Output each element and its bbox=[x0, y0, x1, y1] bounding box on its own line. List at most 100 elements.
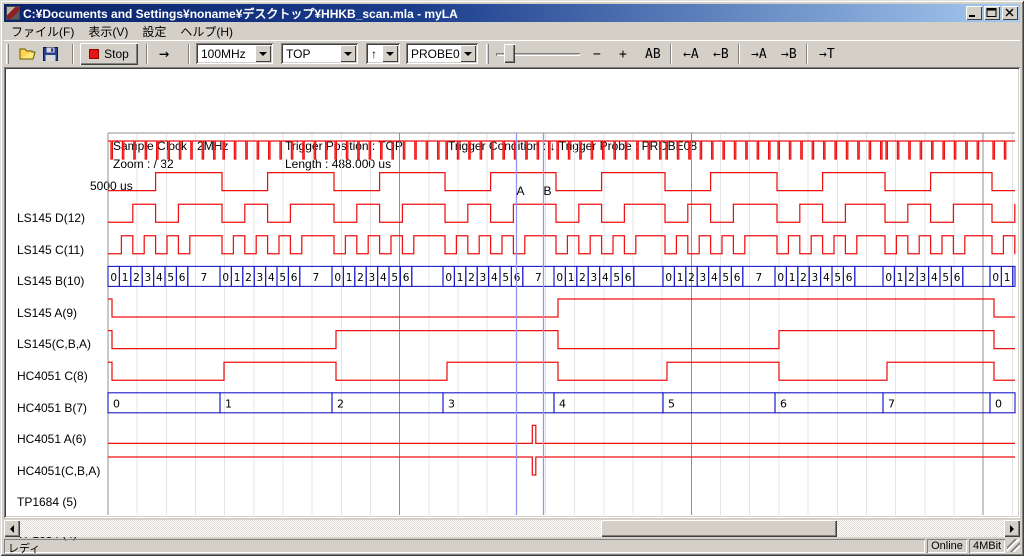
svg-text:2: 2 bbox=[468, 272, 475, 284]
toolbar-separator bbox=[738, 44, 740, 64]
svg-text:2: 2 bbox=[800, 272, 807, 284]
toolbar-button-xA[interactable]: →A bbox=[746, 43, 772, 65]
svg-text:1: 1 bbox=[789, 272, 796, 284]
channel-label-8: HC4051(C,B,A) bbox=[17, 464, 111, 478]
svg-text:7: 7 bbox=[313, 272, 320, 284]
svg-text:1: 1 bbox=[122, 272, 129, 284]
channel-label-6: HC4051 B(7) bbox=[17, 401, 111, 415]
toolbar-gripper[interactable] bbox=[486, 44, 489, 64]
svg-text:6: 6 bbox=[403, 272, 410, 284]
svg-text:2: 2 bbox=[245, 272, 252, 284]
svg-text:2: 2 bbox=[688, 272, 695, 284]
status-memory: 4MBit bbox=[969, 539, 1005, 553]
toolbar-button-x[interactable]: + bbox=[614, 43, 632, 65]
minimize-button[interactable] bbox=[966, 6, 982, 20]
menu-item-1[interactable]: 表示(V) bbox=[81, 22, 135, 41]
app-icon bbox=[6, 6, 20, 20]
channel-label-2: LS145 B(10) bbox=[17, 274, 111, 288]
channel-label-1: LS145 C(11) bbox=[17, 243, 111, 257]
open-file-button[interactable] bbox=[16, 43, 39, 65]
svg-text:6: 6 bbox=[514, 272, 521, 284]
horizontal-scrollbar[interactable] bbox=[4, 520, 1020, 537]
svg-text:0: 0 bbox=[777, 272, 784, 284]
svg-text:0: 0 bbox=[665, 272, 672, 284]
save-button[interactable] bbox=[39, 43, 62, 65]
combo-dropdown-button[interactable] bbox=[340, 45, 356, 62]
svg-text:0: 0 bbox=[995, 397, 1002, 410]
close-button[interactable] bbox=[1002, 6, 1018, 20]
combo-dropdown-button[interactable] bbox=[255, 45, 271, 62]
cursor-b-label[interactable]: B bbox=[543, 184, 551, 198]
resize-grip[interactable] bbox=[1007, 539, 1020, 552]
trigger-position-combo[interactable]: TOP bbox=[281, 43, 358, 64]
trigger-probe-value: PROBE00 bbox=[411, 47, 466, 61]
svg-text:3: 3 bbox=[700, 272, 707, 284]
status-ready: レディ bbox=[4, 539, 925, 553]
trigger-edge-value: ↑ bbox=[371, 47, 377, 61]
svg-text:6: 6 bbox=[954, 272, 961, 284]
cursor-a-label[interactable]: A bbox=[516, 184, 524, 198]
toolbar-button-xT[interactable]: →T bbox=[814, 43, 840, 65]
svg-text:6: 6 bbox=[625, 272, 632, 284]
maximize-button[interactable] bbox=[984, 6, 1000, 20]
toolbar-separator bbox=[72, 44, 74, 64]
toolbar-button-x[interactable]: − bbox=[588, 43, 606, 65]
svg-text:1: 1 bbox=[568, 272, 575, 284]
svg-text:6: 6 bbox=[846, 272, 853, 284]
toolbar-button-xB[interactable]: →B bbox=[776, 43, 802, 65]
svg-text:7: 7 bbox=[888, 397, 895, 410]
svg-text:4: 4 bbox=[931, 272, 938, 284]
menu-item-0[interactable]: ファイル(F) bbox=[4, 22, 81, 41]
menu-bar: ファイル(F)表示(V)設定ヘルプ(H) bbox=[4, 22, 1020, 40]
toolbar-button-xB[interactable]: ←B bbox=[708, 43, 734, 65]
svg-text:0: 0 bbox=[885, 272, 892, 284]
channel-label-9: TP1684 (5) bbox=[17, 495, 111, 509]
chevron-down-icon bbox=[344, 52, 352, 56]
scroll-left-button[interactable] bbox=[4, 520, 20, 537]
scrollbar-thumb[interactable] bbox=[601, 520, 837, 537]
svg-text:0: 0 bbox=[222, 272, 229, 284]
svg-text:5: 5 bbox=[834, 272, 841, 284]
open-folder-icon bbox=[19, 47, 37, 61]
sample-clock-combo[interactable]: 100MHz bbox=[196, 43, 273, 64]
svg-text:4: 4 bbox=[602, 272, 609, 284]
combo-dropdown-button[interactable] bbox=[382, 45, 398, 62]
menu-item-2[interactable]: 設定 bbox=[135, 22, 173, 41]
svg-text:6: 6 bbox=[291, 272, 298, 284]
toolbar-button-xA[interactable]: ←A bbox=[678, 43, 704, 65]
zoom-slider-handle[interactable] bbox=[504, 44, 515, 63]
run-button[interactable]: → bbox=[154, 43, 174, 65]
svg-text:3: 3 bbox=[812, 272, 819, 284]
status-bar: レディ Online 4MBit bbox=[4, 539, 1020, 553]
floppy-disk-icon bbox=[43, 47, 58, 61]
title-bar: C:¥Documents and Settings¥noname¥デスクトップ¥… bbox=[4, 4, 1020, 22]
trigger-edge-combo[interactable]: ↑ bbox=[366, 43, 400, 64]
app-window: C:¥Documents and Settings¥noname¥デスクトップ¥… bbox=[0, 0, 1024, 556]
waveform-canvas[interactable]: 0123456701234567012345601234567012345601… bbox=[4, 67, 1020, 518]
svg-text:6: 6 bbox=[179, 272, 186, 284]
toolbar-button-AB[interactable]: AB bbox=[640, 43, 666, 65]
svg-text:1: 1 bbox=[234, 272, 241, 284]
svg-text:6: 6 bbox=[734, 272, 741, 284]
svg-text:2: 2 bbox=[908, 272, 915, 284]
svg-text:3: 3 bbox=[257, 272, 264, 284]
svg-text:2: 2 bbox=[357, 272, 364, 284]
chevron-down-icon bbox=[259, 52, 267, 56]
trigger-probe-combo[interactable]: PROBE00 bbox=[406, 43, 478, 64]
svg-text:5: 5 bbox=[668, 397, 675, 410]
waveform-panel[interactable]: Sample Clock : 2MHz Zoom : / 32 Trigger … bbox=[4, 67, 1020, 518]
minimize-icon bbox=[968, 8, 980, 18]
toolbar-gripper[interactable] bbox=[6, 44, 9, 64]
svg-text:7: 7 bbox=[535, 272, 542, 284]
channel-label-5: HC4051 C(8) bbox=[17, 369, 111, 383]
menu-item-3[interactable]: ヘルプ(H) bbox=[173, 22, 240, 41]
svg-text:2: 2 bbox=[133, 272, 140, 284]
stop-button[interactable]: Stop bbox=[80, 43, 138, 65]
channel-label-7: HC4051 A(6) bbox=[17, 432, 111, 446]
svg-text:5: 5 bbox=[502, 272, 509, 284]
svg-text:0: 0 bbox=[992, 272, 999, 284]
maximize-icon bbox=[986, 8, 998, 18]
svg-text:5: 5 bbox=[613, 272, 620, 284]
combo-dropdown-button[interactable] bbox=[460, 45, 476, 62]
scroll-right-button[interactable] bbox=[1004, 520, 1020, 537]
